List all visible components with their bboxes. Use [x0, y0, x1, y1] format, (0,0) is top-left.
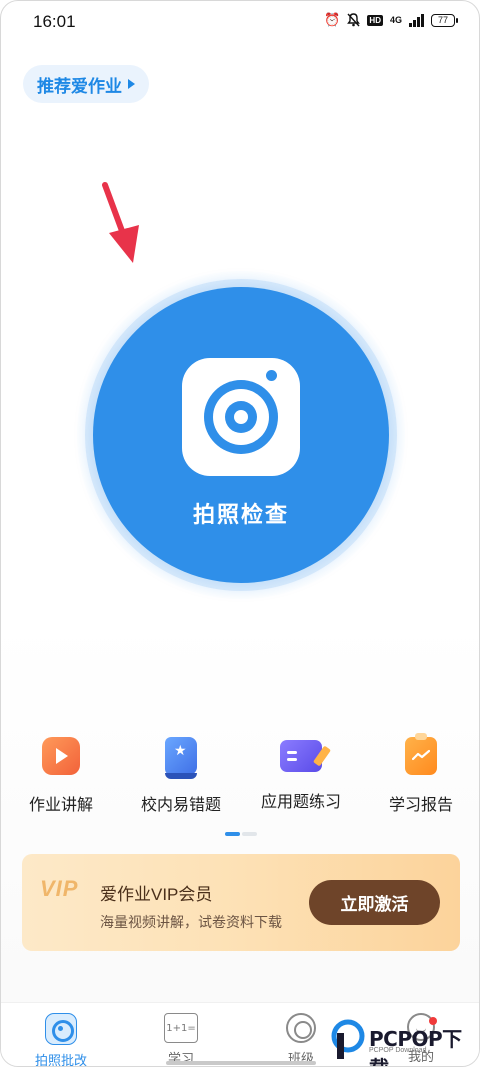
feature-homework-explain[interactable]: 作业讲解	[1, 731, 121, 815]
tab-class[interactable]: 班级	[261, 1013, 341, 1066]
feature-school-mistakes[interactable]: ★ 校内易错题	[121, 731, 241, 815]
vip-title: 爱作业VIP会员	[100, 885, 213, 904]
photo-check-label: 拍照检查	[192, 502, 289, 527]
bell-muted-icon	[347, 13, 361, 27]
vip-subtitle: 海量视频讲解，试卷资料下载	[100, 914, 282, 930]
page-dot-active	[225, 832, 240, 836]
camera-check-icon	[45, 1013, 77, 1045]
signal-icon	[409, 13, 424, 27]
page-indicator	[225, 832, 257, 836]
feature-label: 应用题练习	[260, 794, 341, 811]
feature-study-report[interactable]: 学习报告	[361, 731, 479, 815]
status-time: 16:01	[33, 12, 76, 31]
feature-label: 学习报告	[388, 797, 453, 814]
tab-label: 拍照批改	[34, 1053, 87, 1067]
pcpop-logo-icon	[331, 1019, 365, 1059]
edit-card-icon	[280, 740, 332, 772]
play-triangle-icon	[128, 79, 135, 89]
recommend-label: 推荐爱作业	[37, 76, 122, 96]
red-arrow-icon	[102, 182, 139, 263]
report-clipboard-icon	[405, 733, 437, 775]
activate-button[interactable]: 立即激活	[309, 880, 440, 925]
battery-icon: 77	[431, 13, 458, 27]
page-dot	[242, 832, 257, 836]
watermark-text: PCPOP下载	[369, 1027, 462, 1066]
network-type: 4G	[389, 15, 402, 25]
photo-check-button[interactable]: 拍照检查	[93, 287, 389, 583]
class-circle-icon	[286, 1013, 316, 1043]
status-icons: ⏰ HD 4G 77	[324, 12, 458, 28]
video-play-icon	[42, 737, 80, 775]
app-screen: 16:01 ⏰ HD 4G 77 推荐爱作业 拍照检查 作业讲解 ★ 校内易错题…	[0, 0, 480, 1067]
watermark-sub: PCPOP Download	[369, 1047, 427, 1054]
home-indicator[interactable]	[166, 1061, 316, 1065]
pcpop-watermark: PCPOP下载 PCPOP Download	[331, 1019, 479, 1066]
camera-icon	[182, 358, 300, 476]
vip-banner[interactable]: VIP 爱作业VIP会员 海量视频讲解，试卷资料下载 立即激活	[22, 854, 460, 951]
battery-level: 77	[437, 15, 448, 25]
feature-label: 作业讲解	[28, 797, 93, 814]
tab-photo-correct[interactable]: 拍照批改	[21, 1013, 101, 1067]
one-plus-one-book-icon: 1+1=	[164, 1013, 198, 1043]
feature-word-problems[interactable]: 应用题练习	[241, 731, 361, 812]
alarm-icon: ⏰	[324, 12, 341, 27]
star-book-icon: ★	[165, 737, 197, 779]
vip-logo: VIP	[40, 876, 79, 901]
feature-row: 作业讲解 ★ 校内易错题 应用题练习 学习报告	[1, 731, 479, 821]
hd-icon: HD	[367, 14, 383, 26]
feature-label: 校内易错题	[140, 797, 221, 814]
tab-study[interactable]: 1+1= 学习	[141, 1013, 221, 1066]
status-bar: 16:01 ⏰ HD 4G 77	[1, 1, 479, 41]
recommend-app-button[interactable]: 推荐爱作业	[23, 65, 149, 103]
